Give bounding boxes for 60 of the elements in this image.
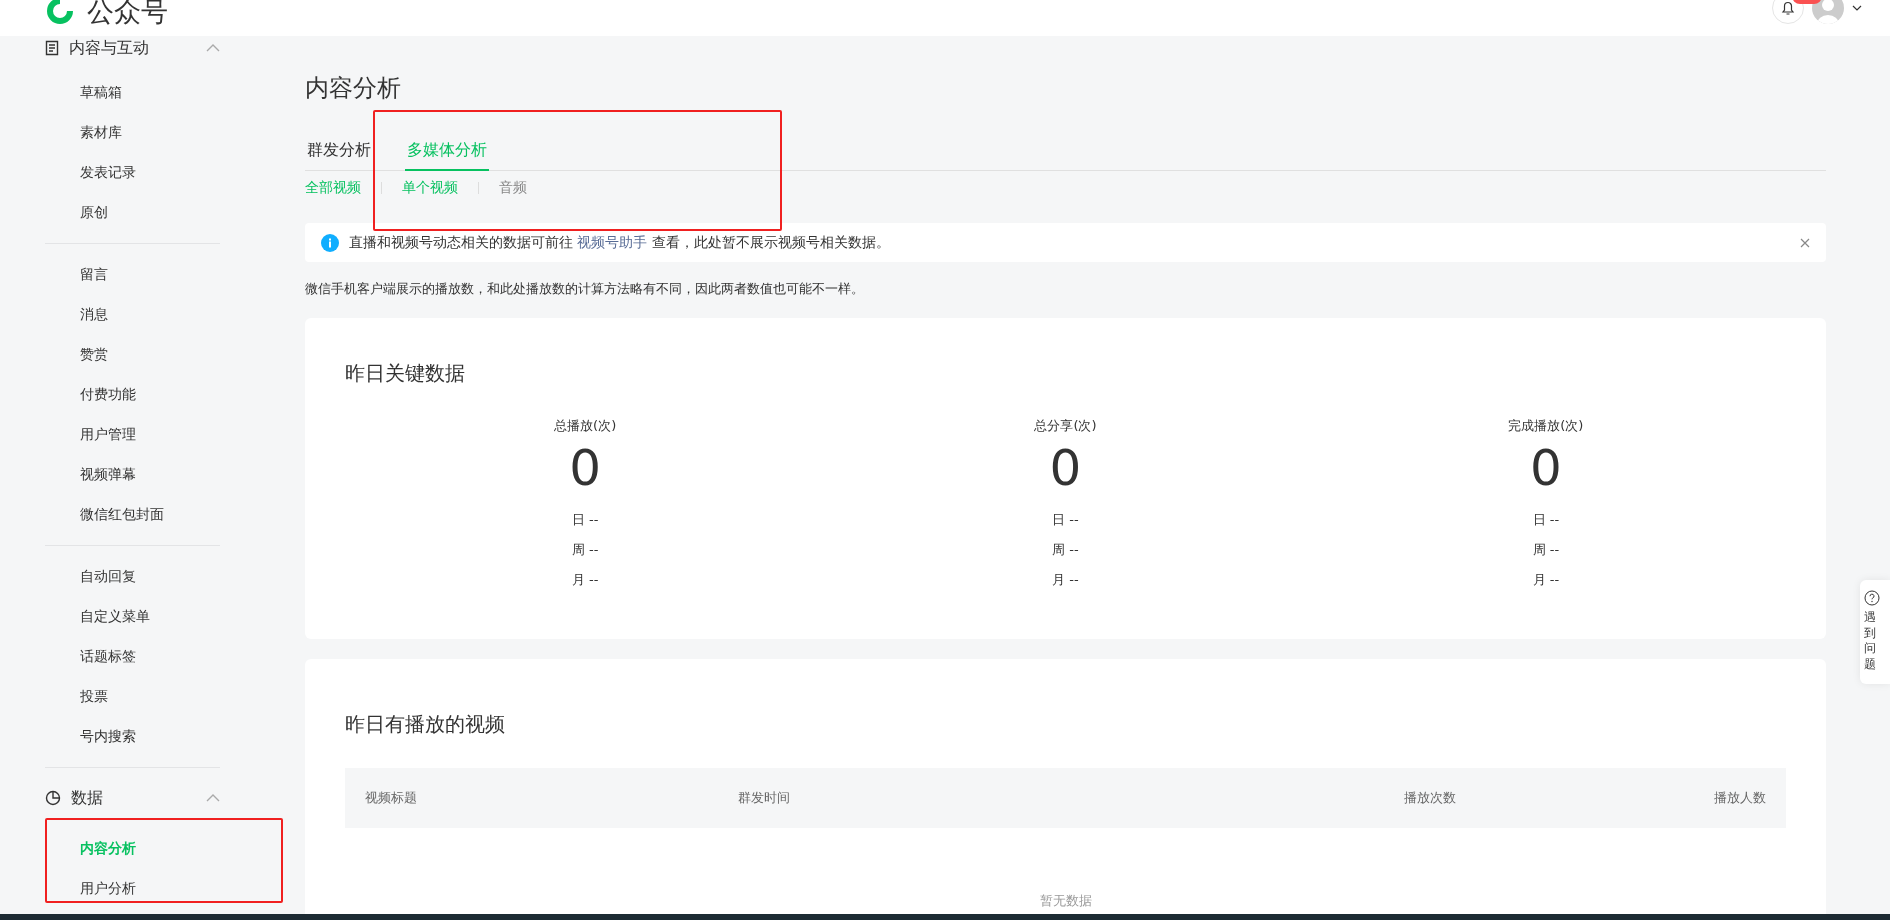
sidebar-item[interactable]: 自定义菜单	[45, 596, 220, 636]
column-header: 视频标题	[365, 789, 418, 807]
empty-text: 暂无数据	[1038, 892, 1093, 910]
sidebar-item[interactable]: 投票	[45, 676, 220, 716]
notification-button[interactable]	[1772, 0, 1804, 24]
column-header: 群发时间	[738, 789, 791, 807]
metric-period: 月 --	[1532, 571, 1560, 589]
menu-group-header[interactable]: 内容与互动	[45, 36, 220, 60]
column-header: 播放人数	[1713, 789, 1766, 807]
sidebar-item[interactable]: 消息	[45, 294, 220, 334]
metric-value: 0	[1049, 438, 1082, 499]
dropdown-caret-icon[interactable]	[1852, 5, 1862, 11]
sidebar-item[interactable]: 原创	[45, 192, 220, 232]
help-widget[interactable]: 遇到问题	[1860, 580, 1890, 685]
card-title: 昨日关键数据	[345, 360, 466, 387]
metric-label: 总分享(次)	[1034, 417, 1097, 435]
sidebar-item[interactable]: 自动回复	[45, 556, 220, 596]
info-icon	[321, 233, 339, 252]
metric-value: 0	[1529, 438, 1562, 499]
sidebar-item[interactable]: 用户分析	[45, 868, 220, 908]
notice-text: 直播和视频号动态相关的数据可前往 视频号助手 查看，此处暂不展示视频号相关数据。	[349, 233, 891, 252]
pie-chart-icon	[45, 790, 61, 806]
chevron-icon[interactable]	[206, 794, 220, 802]
page-title: 内容分析	[305, 73, 402, 104]
metric-period: 周 --	[1532, 541, 1560, 559]
metric-period: 周 --	[1052, 541, 1079, 559]
logo-icon	[45, 0, 75, 26]
help-text: 遇到问题	[1864, 610, 1876, 673]
menu-group-header[interactable]: 数据	[45, 780, 220, 816]
sidebar-item[interactable]: 视频弹幕	[45, 454, 220, 494]
metric-period: 月 --	[571, 571, 599, 589]
metric-value: 0	[569, 438, 602, 499]
card-title: 昨日有播放的视频	[345, 711, 506, 738]
metric-label: 总播放(次)	[554, 417, 617, 435]
sidebar-item[interactable]: 话题标签	[45, 636, 220, 676]
sidebar-item[interactable]: 微信红包封面	[45, 494, 220, 534]
metric-period: 日 --	[1532, 511, 1560, 529]
sidebar-item[interactable]: 素材库	[45, 112, 220, 152]
note-text: 微信手机客户端展示的播放数，和此处播放数的计算方法略有不同，因此两者数值也可能不一样。	[305, 280, 865, 298]
sidebar-item[interactable]: 用户管理	[45, 414, 220, 454]
column-header: 播放次数	[1403, 789, 1456, 807]
link[interactable]: 视频号助手	[577, 233, 648, 250]
help-icon	[1864, 590, 1880, 606]
sidebar-item[interactable]: 留言	[45, 254, 220, 294]
chevron-icon[interactable]	[206, 44, 220, 52]
sidebar-item[interactable]: 发表记录	[45, 152, 220, 192]
metric-period: 日 --	[571, 511, 599, 529]
bell-icon	[1780, 0, 1796, 16]
sidebar-item[interactable]: 赞赏	[45, 334, 220, 374]
close-icon[interactable]	[1800, 237, 1810, 248]
sidebar-item[interactable]: 号内搜索	[45, 716, 220, 756]
metric-period: 周 --	[571, 541, 599, 559]
metric-label: 完成播放(次)	[1508, 417, 1584, 435]
sidebar-item[interactable]: 草稿箱	[45, 72, 220, 112]
document-icon	[45, 40, 59, 56]
metric-period: 日 --	[1052, 511, 1079, 529]
sidebar-item[interactable]: 付费功能	[45, 374, 220, 414]
avatar[interactable]	[1812, 0, 1844, 24]
tab[interactable]: 群发分析	[305, 140, 373, 171]
metric-period: 月 --	[1052, 571, 1079, 589]
